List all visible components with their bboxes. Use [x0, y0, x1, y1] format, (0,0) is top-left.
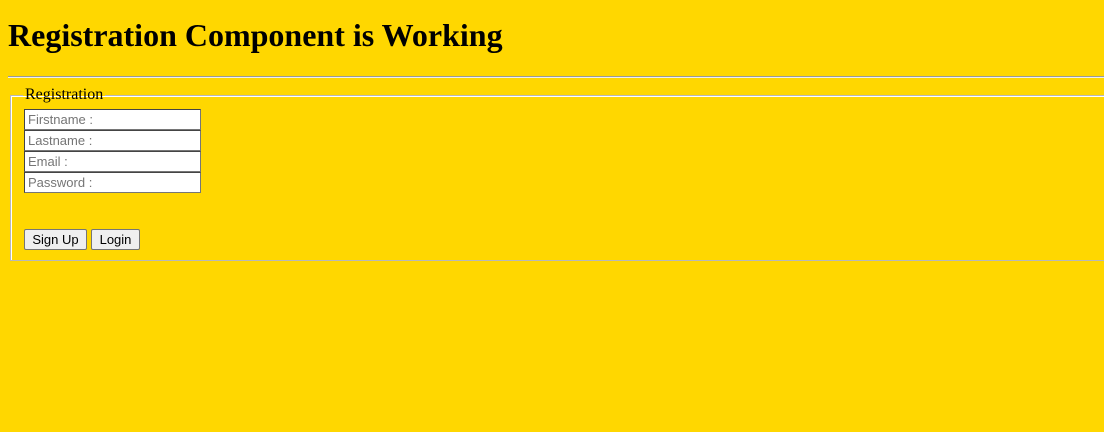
registration-legend: Registration	[25, 86, 104, 103]
email-input[interactable]	[24, 151, 201, 172]
page-title: Registration Component is Working	[8, 17, 503, 53]
password-input[interactable]	[24, 172, 201, 193]
sign-up-button[interactable]: Sign Up	[24, 229, 87, 250]
page-root: Registration Component is Working Regist…	[0, 0, 1104, 432]
lastname-input[interactable]	[24, 130, 201, 151]
firstname-input[interactable]	[24, 109, 201, 130]
login-button[interactable]: Login	[91, 229, 140, 250]
horizontal-rule	[8, 76, 1104, 78]
